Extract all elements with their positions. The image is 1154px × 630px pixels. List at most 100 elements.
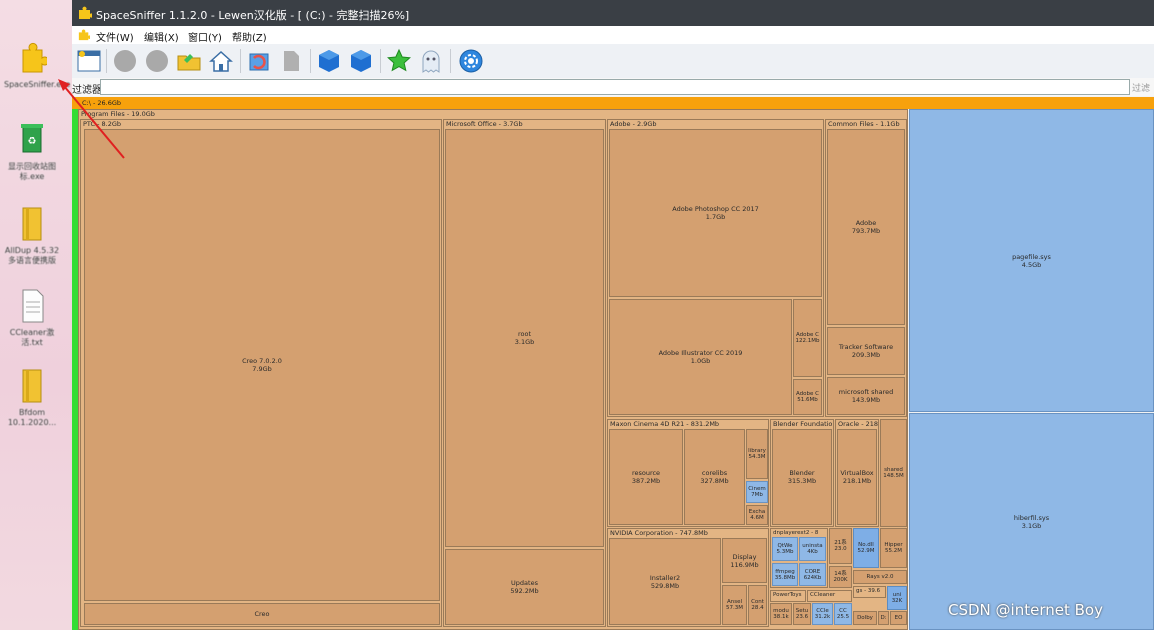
menu-edit[interactable]: 编辑(X) (144, 29, 179, 44)
block-ansel[interactable]: Ansel 57.3M (722, 585, 747, 625)
back-icon[interactable] (112, 48, 138, 74)
forward-icon[interactable] (144, 48, 170, 74)
block-powertoys[interactable]: PowerToys (770, 590, 806, 602)
block-illustrator[interactable]: Adobe Illustrator CC 2019 1.0Gb (609, 299, 792, 415)
desktop-icon-label: SpaceSniffer.exe (4, 80, 71, 89)
block-uninst[interactable]: uninsta 4Kb (799, 537, 826, 561)
block-name: root (517, 330, 532, 338)
block-hipper[interactable]: Hipper 55.2M (880, 528, 907, 568)
block-cinema[interactable]: Cinem 7Mb (746, 481, 768, 503)
block-exchange[interactable]: Excha 4.6M (746, 505, 768, 525)
block-ccleaner[interactable]: CCleaner (807, 590, 852, 602)
block-size: 200K (833, 577, 848, 583)
block-virtualbox[interactable]: VirtualBox 218.1Mb (837, 429, 877, 525)
home-icon[interactable] (208, 48, 234, 74)
spacesniffer-window: SpaceSniffer 1.1.2.0 - Lewen汉化版 - [ (C:)… (72, 0, 1154, 630)
desktop-icon-txt[interactable]: CCleaner激活.txt (4, 288, 60, 348)
document-icon[interactable] (278, 48, 304, 74)
block-size: 54.3M (748, 454, 766, 460)
block-ffmpeg[interactable]: ffmpeg 35.8Mb (772, 563, 798, 586)
block-ms-shared[interactable]: microsoft shared 143.9Mb (827, 377, 905, 415)
block-small-14[interactable]: 14系 200K (829, 566, 852, 588)
desktop-icon-alldup[interactable]: AllDup 4.5.32 多语言便携版 (4, 206, 60, 266)
block-creo-footer[interactable]: Creo (84, 603, 440, 625)
block-photoshop[interactable]: Adobe Photoshop CC 2017 1.7Gb (609, 129, 822, 297)
block-adobe-c-2[interactable]: Adobe C 51.6Mb (793, 379, 822, 415)
filter-bar: 过滤器 过滤 (72, 78, 1154, 96)
star-icon[interactable] (386, 48, 412, 74)
cube-icon[interactable] (348, 48, 374, 74)
block-display[interactable]: Display 116.9Mb (722, 538, 767, 583)
desktop-icon-folder[interactable]: Bfdom 10.1.2020... (4, 368, 60, 428)
desktop-icon-recycle[interactable]: ♻ 显示回收站图标.exe (4, 122, 60, 182)
block-cf-adobe[interactable]: Adobe 793.7Mb (827, 129, 905, 325)
menu-window[interactable]: 窗口(Y) (188, 29, 222, 44)
filter-input[interactable] (100, 79, 1130, 95)
block-name: Adobe (855, 219, 877, 227)
filter-button[interactable]: 过滤 (1132, 81, 1150, 94)
block-dolby[interactable]: Dolby (853, 611, 877, 625)
block-hiberfil[interactable]: hiberfil.sys 3.1Gb (909, 413, 1154, 630)
block-size: 7Mb (751, 492, 763, 498)
new-window-icon[interactable] (76, 48, 102, 74)
block-size: 57.3M (726, 605, 743, 611)
block-cont[interactable]: Cont 28.4 (748, 585, 767, 625)
watermark: CSDN @internet Boy (948, 601, 1103, 619)
open-folder-icon[interactable] (176, 48, 202, 74)
block-adobe-c-1[interactable]: Adobe C 122.1Mb (793, 299, 822, 377)
block-size: 7.9Gb (252, 365, 272, 373)
block-name: Dolby (857, 615, 873, 621)
block-qtweb[interactable]: QtWe 5.3Mb (772, 537, 798, 561)
block-label: NVIDIA Corporation - 747.8Mb (610, 529, 708, 537)
block-corelibs[interactable]: corelibs 327.8Mb (684, 429, 745, 525)
block-cc[interactable]: CC 25.5 (834, 603, 852, 625)
block-dd[interactable]: D: (878, 611, 889, 625)
ghost-icon[interactable] (418, 48, 444, 74)
block-small-21[interactable]: 21系 23.0 (829, 528, 852, 564)
gear-icon[interactable] (458, 48, 484, 74)
block-label: CCleaner (810, 592, 836, 598)
block-name: Blender (789, 469, 815, 477)
desktop-icon-label: Bfdom 10.1.2020... (7, 408, 57, 427)
refresh-icon[interactable] (246, 48, 272, 74)
block-pagefile[interactable]: pagefile.sys 4.5Gb (909, 109, 1154, 412)
block-name: microsoft shared (838, 388, 894, 396)
menu-file[interactable]: 文件(W) (96, 29, 134, 44)
block-size: 31.2k (814, 614, 831, 620)
block-label: Blender Foundatio (773, 420, 833, 428)
block-library[interactable]: library 54.3M (746, 429, 768, 479)
block-shared[interactable]: shared 148.5M (880, 419, 907, 527)
block-name: Creo 7.0.2.0 (242, 357, 282, 365)
block-installer2[interactable]: Installer2 529.8Mb (609, 538, 721, 625)
block-ms-root[interactable]: root 3.1Gb (445, 129, 604, 547)
block-gs[interactable]: gs - 39.6 (853, 586, 886, 598)
desktop: SpaceSniffer.exe ♻ 显示回收站图标.exe AllDup 4.… (0, 0, 72, 630)
desktop-icon-label: CCleaner激活.txt (9, 328, 55, 347)
block-core[interactable]: CORE 624Kb (799, 563, 826, 586)
window-title: SpaceSniffer 1.1.2.0 - Lewen汉化版 - [ (C:)… (96, 9, 410, 22)
block-size: 52.9M (857, 548, 875, 554)
toolbar-separator (240, 49, 241, 73)
block-nodll[interactable]: No.dll 52.9M (853, 528, 879, 568)
block-resource[interactable]: resource 387.2Mb (609, 429, 683, 525)
block-size: 38.1k (773, 614, 789, 620)
desktop-icon-spacesniffer[interactable]: SpaceSniffer.exe (4, 40, 71, 90)
cube-icon[interactable] (316, 48, 342, 74)
block-ccle[interactable]: CCle 31.2k (812, 603, 833, 625)
block-name: hiberfil.sys (1013, 513, 1050, 522)
block-creo[interactable]: Creo 7.0.2.0 7.9Gb (84, 129, 440, 601)
block-uni[interactable]: uni 32K (887, 586, 907, 610)
block-label: Common Files - 1.1Gb (828, 120, 900, 128)
block-setu[interactable]: Setu 23.6 (793, 603, 811, 625)
block-tracker[interactable]: Tracker Software 209.3Mb (827, 327, 905, 375)
block-eo[interactable]: EO (890, 611, 907, 625)
block-ms-updates[interactable]: Updates 592.2Mb (445, 549, 604, 625)
root-drive-bar[interactable]: C:\ - 26.6Gb (72, 97, 1154, 109)
block-blender[interactable]: Blender 315.3Mb (772, 429, 832, 525)
block-modu[interactable]: modu 38.1k (770, 603, 792, 625)
menu-help[interactable]: 帮助(Z) (232, 29, 267, 44)
block-size: 5.3Mb (776, 549, 794, 555)
text-file-icon (22, 289, 44, 323)
block-size: 4Kb (807, 549, 818, 555)
block-rays[interactable]: Rays v2.0 (853, 570, 907, 584)
